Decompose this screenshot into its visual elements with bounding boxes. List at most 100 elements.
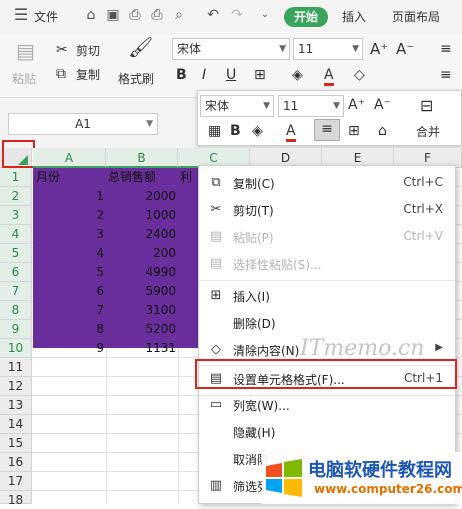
mini-bold-button[interactable]: B <box>230 122 241 140</box>
row-header[interactable]: 7 <box>0 282 32 301</box>
format-painter-icon[interactable]: ⌂ <box>378 122 387 140</box>
cell-sales[interactable]: 1131 <box>108 339 176 358</box>
cell-month[interactable]: 3 <box>36 225 104 244</box>
print-icon[interactable]: ⎙ <box>148 6 166 24</box>
cell-style-icon[interactable]: ▦ <box>208 122 221 140</box>
row-header[interactable]: 13 <box>0 396 32 415</box>
cell-a1-month-header[interactable]: 月份 <box>36 168 60 187</box>
file-menu[interactable]: 文件 <box>34 8 58 25</box>
column-header-b[interactable]: B <box>106 148 178 168</box>
increase-font-icon[interactable]: A⁺ <box>370 40 388 58</box>
row-header[interactable]: 6 <box>0 263 32 282</box>
row-header[interactable]: 4 <box>0 225 32 244</box>
row-header[interactable]: 5 <box>0 244 32 263</box>
border-icon[interactable]: ⊞ <box>254 66 266 84</box>
row-header[interactable]: 2 <box>0 187 32 206</box>
save-icon[interactable]: ▣ <box>104 6 122 24</box>
cell-sales[interactable]: 3100 <box>108 301 176 320</box>
merge-button[interactable]: 合并 <box>416 123 440 140</box>
menu-item-label: 复制(C) <box>233 177 275 191</box>
cell-sales[interactable]: 4990 <box>108 263 176 282</box>
menu-item-insert[interactable]: ⊞ 插入(I) <box>199 283 455 310</box>
row-header[interactable]: 18 <box>0 491 32 507</box>
align-left-icon[interactable]: ≡ <box>440 66 452 84</box>
row-header[interactable]: 14 <box>0 415 32 434</box>
row-header[interactable]: 10 <box>0 339 32 358</box>
menu-item-format-cells[interactable]: ▤ 设置单元格格式(F)... Ctrl+1 <box>199 366 455 393</box>
row-header[interactable]: 15 <box>0 434 32 453</box>
paste-icon[interactable]: ▤ <box>16 41 35 61</box>
merge-cells-icon[interactable]: ⊟ <box>420 97 433 115</box>
copy-button[interactable]: 复制 <box>76 66 100 83</box>
scissors-icon[interactable]: ✂ <box>56 41 68 59</box>
underline-button[interactable]: U <box>226 66 236 84</box>
menu-item-copy[interactable]: ⧉ 复制(C) Ctrl+C <box>199 170 455 197</box>
format-painter-icon[interactable]: 🖌 <box>128 37 153 57</box>
cell-sales[interactable]: 5900 <box>108 282 176 301</box>
border-icon[interactable]: ⊞ <box>348 122 360 140</box>
cell-sales[interactable]: 1000 <box>108 206 176 225</box>
redo-icon[interactable]: ↷ <box>228 6 246 24</box>
font-size-select[interactable]: 11 ▼ <box>293 38 363 60</box>
decrease-font-icon[interactable]: A⁻ <box>396 40 414 58</box>
decrease-font-icon[interactable]: A⁻ <box>374 96 391 114</box>
cell-sales[interactable]: 200 <box>108 244 176 263</box>
cell-sales[interactable]: 2000 <box>108 187 176 206</box>
align-top-icon[interactable]: ≡ <box>440 40 452 58</box>
eraser-icon[interactable]: ◇ <box>354 66 365 84</box>
row-header[interactable]: 16 <box>0 453 32 472</box>
bold-button[interactable]: B <box>176 66 187 84</box>
cell-month[interactable]: 4 <box>36 244 104 263</box>
cell-b1-sales-header[interactable]: 总销售额 <box>108 168 156 187</box>
row-header[interactable]: 12 <box>0 377 32 396</box>
menu-item-paste-special[interactable]: ▤ 选择性粘贴(S)... <box>199 251 455 278</box>
more-chevron-icon[interactable]: ⌄ <box>256 6 274 24</box>
font-name-select[interactable]: 宋体 ▼ <box>172 38 290 60</box>
font-color-icon[interactable]: A <box>286 122 296 142</box>
cell-month[interactable]: 6 <box>36 282 104 301</box>
menu-item-delete[interactable]: 删除(D) <box>199 310 455 337</box>
select-all-corner[interactable] <box>0 148 32 168</box>
cut-button[interactable]: 剪切 <box>76 42 100 59</box>
fill-color-icon[interactable]: ◈ <box>292 66 303 84</box>
italic-button[interactable]: I <box>202 66 206 84</box>
row-header[interactable]: 3 <box>0 206 32 225</box>
tab-page-layout[interactable]: 页面布局 <box>392 8 440 25</box>
tab-insert[interactable]: 插入 <box>342 8 366 25</box>
cell-sales[interactable]: 2400 <box>108 225 176 244</box>
cell-month[interactable]: 1 <box>36 187 104 206</box>
align-center-icon[interactable]: ≡ <box>314 119 340 141</box>
format-painter-label[interactable]: 格式刷 <box>118 70 154 87</box>
row-header[interactable]: 11 <box>0 358 32 377</box>
menu-item-cut[interactable]: ✂ 剪切(T) Ctrl+X <box>199 197 455 224</box>
menu-item-hide[interactable]: 隐藏(H) <box>199 419 455 446</box>
mini-font-name-select[interactable]: 宋体 ▼ <box>200 95 274 117</box>
paste-label[interactable]: 粘贴 <box>12 70 36 87</box>
row-header[interactable]: 17 <box>0 472 32 491</box>
cell-month[interactable]: 8 <box>36 320 104 339</box>
cell-month[interactable]: 7 <box>36 301 104 320</box>
menu-item-column-width[interactable]: ▭ 列宽(W)... <box>199 392 455 419</box>
menu-item-paste[interactable]: ▤ 粘贴(P) Ctrl+V <box>199 224 455 251</box>
tab-start[interactable]: 开始 <box>284 7 328 27</box>
cell-month[interactable]: 5 <box>36 263 104 282</box>
cell-month[interactable]: 2 <box>36 206 104 225</box>
export-pdf-icon[interactable]: ⎙ <box>126 6 144 24</box>
cell-sales[interactable]: 5200 <box>108 320 176 339</box>
cell-month[interactable]: 9 <box>36 339 104 358</box>
mini-font-size-select[interactable]: 11 ▼ <box>278 95 344 117</box>
name-box[interactable]: A1 ▼ <box>8 113 158 135</box>
open-folder-icon[interactable]: ⌂ <box>82 6 100 24</box>
row-header[interactable]: 1 <box>0 168 32 187</box>
fill-color-icon[interactable]: ◈ <box>252 122 263 140</box>
copy-icon[interactable]: ⧉ <box>56 65 66 83</box>
cell-c1-header[interactable]: 利 <box>180 168 192 187</box>
font-color-icon[interactable]: A <box>324 66 334 86</box>
row-header[interactable]: 8 <box>0 301 32 320</box>
hamburger-icon[interactable]: ☰ <box>12 6 30 24</box>
column-header-a[interactable]: A <box>33 148 106 168</box>
increase-font-icon[interactable]: A⁺ <box>348 96 365 114</box>
undo-icon[interactable]: ↶ <box>204 6 222 24</box>
print-preview-icon[interactable]: ⌕ <box>170 6 188 24</box>
row-header[interactable]: 9 <box>0 320 32 339</box>
